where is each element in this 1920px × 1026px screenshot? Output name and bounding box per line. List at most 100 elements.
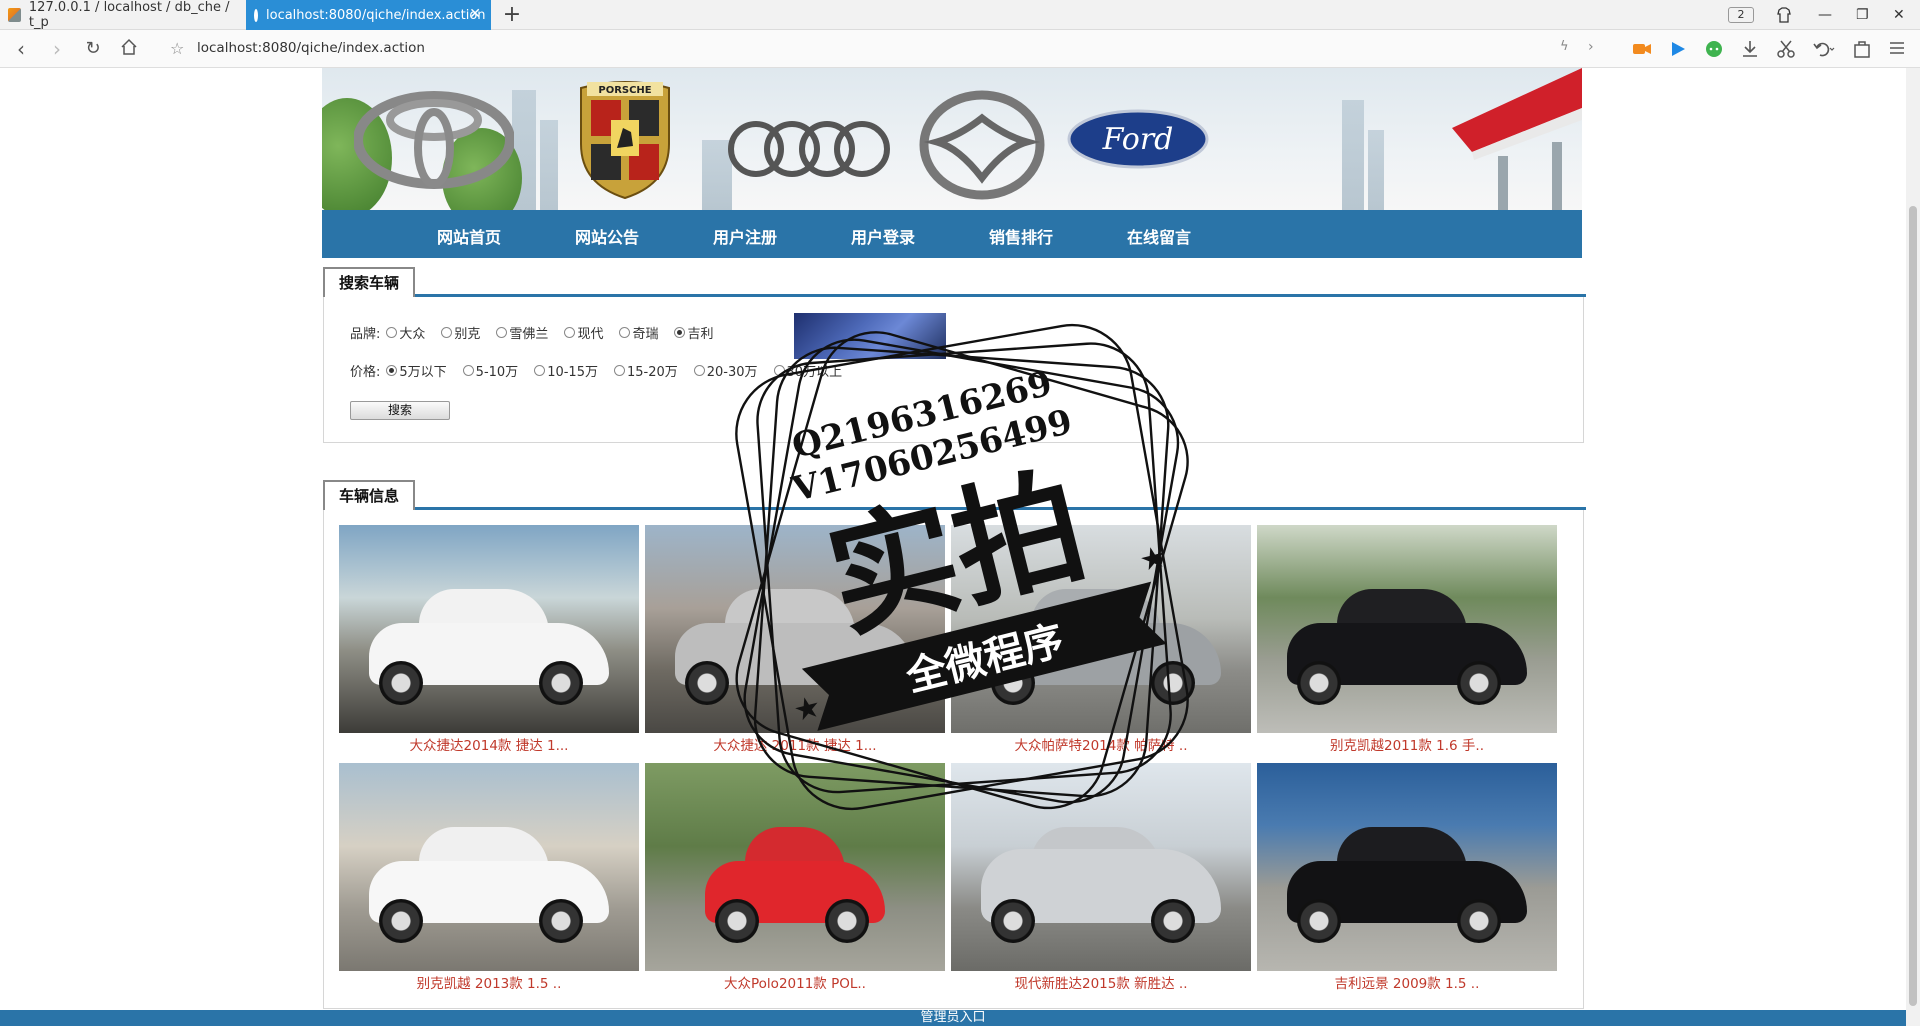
radio-icon[interactable]	[386, 327, 398, 338]
vehicle-photo[interactable]	[951, 525, 1251, 733]
vehicle-caption-link[interactable]: 别克凯越2011款 1.6 手..	[1257, 733, 1557, 759]
price-option-under-5w[interactable]: 5万以下	[386, 361, 447, 380]
price-option-over-30w[interactable]: 30万以上	[773, 361, 842, 380]
admin-entry-link[interactable]: 管理员入口	[0, 1010, 1906, 1026]
ford-logo-icon: Ford	[1067, 109, 1209, 169]
close-window-icon[interactable]: ✕	[1893, 0, 1905, 30]
lightning-icon[interactable]: ϟ	[1560, 39, 1580, 59]
nav-login[interactable]: 用户登录	[851, 224, 915, 248]
vehicle-photo[interactable]	[339, 525, 639, 733]
radio-icon[interactable]	[613, 365, 625, 376]
gas-station-graphic	[1452, 68, 1582, 210]
vehicle-card[interactable]: 大众帕萨特2014款 帕萨特 ..	[951, 525, 1251, 759]
play-icon[interactable]	[1668, 39, 1688, 59]
radio-checked-icon[interactable]	[674, 327, 686, 338]
vehicle-caption-link[interactable]: 大众帕萨特2014款 帕萨特 ..	[951, 733, 1251, 759]
radio-icon[interactable]	[619, 327, 631, 338]
vertical-scrollbar[interactable]	[1906, 68, 1920, 1026]
bag-icon[interactable]	[1852, 39, 1872, 59]
brand-label: 品牌:	[350, 327, 381, 342]
main-nav: 网站首页 网站公告 用户注册 用户登录 销售排行 在线留言	[322, 210, 1582, 258]
nav-announcements[interactable]: 网站公告	[575, 224, 639, 248]
vehicle-caption-link[interactable]: 大众Polo2011款 POL..	[645, 971, 945, 997]
chat-icon[interactable]	[1704, 39, 1724, 59]
brand-option-bieke[interactable]: 别克	[441, 323, 480, 342]
radio-icon[interactable]	[564, 327, 576, 338]
minimize-icon[interactable]: —	[1818, 0, 1832, 30]
back-icon[interactable]: ‹	[8, 36, 34, 62]
search-button[interactable]: 搜索	[350, 401, 450, 420]
price-option-15-20w[interactable]: 15-20万	[613, 361, 678, 380]
vehicle-caption-link[interactable]: 现代新胜达2015款 新胜达 ..	[951, 971, 1251, 997]
vehicle-caption-link[interactable]: 大众捷达 2011款 捷达 1...	[645, 733, 945, 759]
tab-label: localhost:8080/qiche/index.action	[266, 7, 486, 23]
tab-count-badge[interactable]: 2	[1728, 7, 1754, 23]
radio-icon[interactable]	[441, 327, 453, 338]
new-tab-plus-icon[interactable]: +	[500, 2, 524, 28]
site-banner: PORSCHE Ford	[322, 68, 1582, 210]
vehicle-photo[interactable]	[645, 763, 945, 971]
brand-option-xuefolan[interactable]: 雪佛兰	[496, 323, 548, 342]
nav-register[interactable]: 用户注册	[713, 224, 777, 248]
search-panel-title: 搜索车辆	[323, 267, 416, 297]
vehicle-photo[interactable]	[1257, 763, 1557, 971]
toyota-logo-icon	[354, 91, 514, 189]
radio-icon[interactable]	[693, 365, 705, 376]
reload-icon[interactable]: ↻	[80, 36, 106, 62]
home-icon[interactable]	[116, 36, 142, 62]
chevron-right-icon[interactable]: ›	[1588, 39, 1608, 59]
download-icon[interactable]	[1740, 39, 1760, 59]
brand-option-dazhong[interactable]: 大众	[386, 323, 425, 342]
video-record-icon[interactable]	[1632, 39, 1652, 59]
search-panel: 搜索车辆 品牌: 大众 别克 雪佛兰 现代 奇瑞 吉利 价格: 5万以下 5-1…	[323, 267, 1586, 443]
vehicle-card[interactable]: 别克凯越2011款 1.6 手..	[1257, 525, 1557, 759]
nav-messages[interactable]: 在线留言	[1127, 224, 1191, 248]
radio-icon[interactable]	[462, 365, 474, 376]
scrollbar-thumb[interactable]	[1909, 206, 1917, 1006]
overlay-image-strip	[794, 313, 946, 359]
nav-sales-ranking[interactable]: 销售排行	[989, 224, 1053, 248]
forward-icon[interactable]: ›	[44, 36, 70, 62]
vehicle-card[interactable]: 吉利远景 2009款 1.5 ..	[1257, 763, 1557, 997]
vehicle-panel: 车辆信息 大众捷达2014款 捷达 1... 大众捷达 2011款 捷达 1..…	[323, 480, 1586, 1009]
close-tab-icon[interactable]: ✕	[469, 7, 481, 21]
vehicle-card[interactable]: 大众Polo2011款 POL..	[645, 763, 945, 997]
vehicle-card[interactable]: 大众捷达2014款 捷达 1...	[339, 525, 639, 759]
vehicle-caption-link[interactable]: 吉利远景 2009款 1.5 ..	[1257, 971, 1557, 997]
vehicle-photo[interactable]	[1257, 525, 1557, 733]
radio-icon[interactable]	[773, 365, 785, 376]
url-field[interactable]: localhost:8080/qiche/index.action	[197, 40, 425, 56]
nav-home[interactable]: 网站首页	[437, 224, 501, 248]
bookmark-star-icon[interactable]: ☆	[170, 39, 184, 58]
brand-option-qirui[interactable]: 奇瑞	[619, 323, 658, 342]
menu-icon[interactable]	[1888, 39, 1908, 59]
brand-option-jili[interactable]: 吉利	[674, 323, 713, 342]
phpmyadmin-favicon-icon	[8, 8, 21, 22]
undo-icon[interactable]	[1812, 39, 1835, 59]
vehicle-photo[interactable]	[951, 763, 1251, 971]
vehicle-card[interactable]: 现代新胜达2015款 新胜达 ..	[951, 763, 1251, 997]
brand-option-xiandai[interactable]: 现代	[564, 323, 603, 342]
svg-text:Ford: Ford	[1102, 122, 1174, 157]
vehicle-card[interactable]: 大众捷达 2011款 捷达 1...	[645, 525, 945, 759]
tab-phpmyadmin[interactable]: 127.0.0.1 / localhost / db_che / t_p	[0, 0, 244, 30]
vehicle-card[interactable]: 别克凯越 2013款 1.5 ..	[339, 763, 639, 997]
price-option-10-15w[interactable]: 10-15万	[534, 361, 598, 380]
radio-icon[interactable]	[496, 327, 508, 338]
tab-qiche-index[interactable]: localhost:8080/qiche/index.action ✕	[246, 0, 491, 30]
vehicle-caption-link[interactable]: 大众捷达2014款 捷达 1...	[339, 733, 639, 759]
vehicle-photo[interactable]	[339, 763, 639, 971]
shirt-skin-icon[interactable]	[1776, 0, 1798, 30]
svg-text:PORSCHE: PORSCHE	[598, 85, 651, 96]
vehicle-caption-link[interactable]: 别克凯越 2013款 1.5 ..	[339, 971, 639, 997]
price-label: 价格:	[350, 365, 381, 380]
radio-checked-icon[interactable]	[386, 365, 398, 376]
radio-icon[interactable]	[534, 365, 546, 376]
price-option-20-30w[interactable]: 20-30万	[693, 361, 758, 380]
mazda-logo-icon	[919, 90, 1045, 200]
porsche-logo-icon: PORSCHE	[580, 81, 670, 200]
vehicle-photo[interactable]	[645, 525, 945, 733]
restore-icon[interactable]: ❐	[1856, 0, 1869, 30]
scissors-icon[interactable]	[1776, 39, 1796, 59]
price-option-5-10w[interactable]: 5-10万	[462, 361, 518, 380]
